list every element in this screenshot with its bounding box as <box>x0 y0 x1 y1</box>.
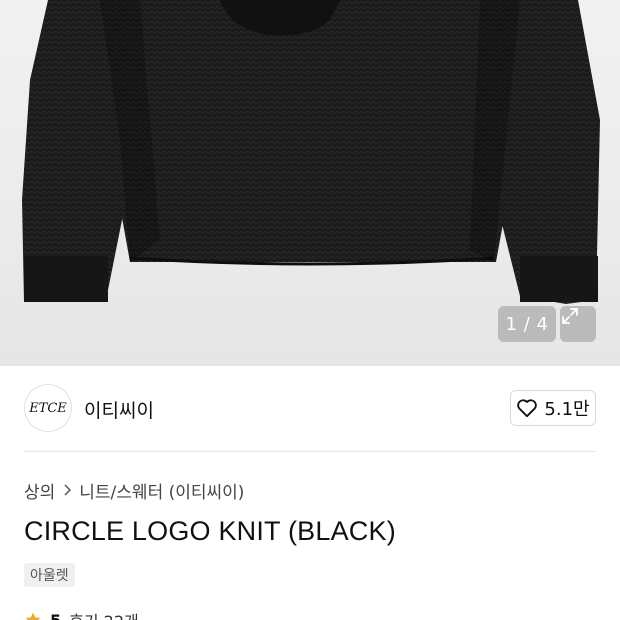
like-button[interactable]: 5.1만 <box>510 390 596 426</box>
product-image-gallery[interactable]: 1 / 4 <box>0 0 620 366</box>
divider <box>24 451 596 452</box>
rating-score: 5 <box>50 610 62 620</box>
rating-row[interactable]: 5 후기 22개 <box>24 608 139 620</box>
brand-name[interactable]: 이티씨이 <box>84 396 154 423</box>
brand-row: ETCE 이티씨이 5.1만 <box>24 384 596 434</box>
breadcrumb-item-category[interactable]: 상의 <box>24 478 55 503</box>
star-icon <box>25 612 41 620</box>
expand-icon <box>562 308 578 324</box>
breadcrumb-item-subcategory[interactable]: 니트/스웨터 (이티씨이) <box>79 478 244 503</box>
breadcrumb: 상의 니트/스웨터 (이티씨이) <box>24 478 244 503</box>
outlet-tag: 아울렛 <box>24 563 75 587</box>
expand-button[interactable] <box>560 306 596 342</box>
product-title: CIRCLE LOGO KNIT (BLACK) <box>24 516 396 546</box>
review-count[interactable]: 후기 22개 <box>69 608 139 620</box>
like-count: 5.1만 <box>544 399 590 420</box>
heart-outline-icon <box>517 399 538 418</box>
brand-logo[interactable]: ETCE <box>24 384 72 432</box>
chevron-right-icon <box>62 483 72 497</box>
image-counter: 1 / 4 <box>498 306 556 342</box>
